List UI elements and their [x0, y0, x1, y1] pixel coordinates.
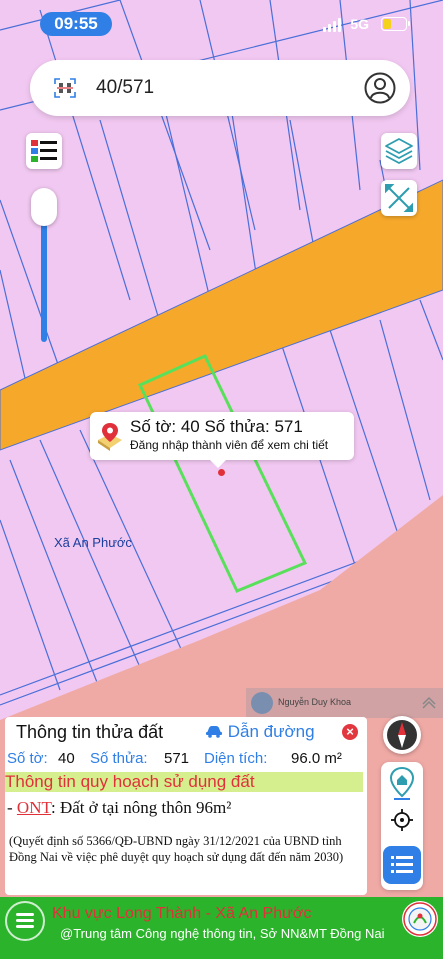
credit-text: @Trung tâm Công nghệ thông tin, Sở NN&MT…	[60, 926, 385, 941]
directions-label: Dẫn đường	[227, 722, 315, 741]
sheet-label: Số tờ:	[7, 750, 48, 767]
home-location-icon[interactable]	[389, 766, 415, 800]
network-type: 5G	[350, 16, 369, 32]
list-icon	[391, 856, 413, 873]
parcel-popup[interactable]: Số tờ: 40 Số thửa: 571 Đăng nhập thành v…	[90, 412, 354, 468]
parcel-value: 571	[164, 750, 190, 767]
car-icon	[206, 726, 222, 738]
parcel-label: Số thửa:	[90, 750, 148, 767]
menu-button[interactable]	[5, 901, 45, 941]
avatar	[251, 692, 273, 714]
map-tools-stack	[381, 762, 423, 890]
place-label: Xã An Phước	[54, 535, 132, 550]
parcel-marker	[218, 469, 225, 476]
layers-icon	[385, 138, 413, 164]
compass-icon	[387, 720, 417, 750]
area-value: 96.0 m²	[291, 750, 342, 767]
parcel-info-panel: Thông tin thửa đất Dẫn đường × Số tờ: 40…	[5, 717, 367, 895]
sheet-value: 40	[58, 750, 75, 767]
signal-icon	[323, 18, 341, 32]
legend-button[interactable]	[26, 133, 62, 169]
user-account-icon[interactable]	[364, 72, 396, 104]
decision-note: (Quyết định số 5366/QĐ-UBND ngày 31/12/2…	[9, 834, 344, 864]
status-time: 09:55	[40, 12, 112, 36]
user-name: Nguyễn Duy Khoa	[278, 697, 352, 707]
collapse-icon[interactable]	[421, 695, 437, 711]
status-bar: 09:55 5G	[0, 10, 443, 38]
compass-button[interactable]	[383, 716, 421, 754]
menu-icon	[16, 913, 34, 916]
planning-section-header: Thông tin quy hoạch sử dụng đất	[5, 772, 363, 792]
directions-button[interactable]: Dẫn đường	[205, 722, 315, 742]
bottom-bar: Khu vực Long Thành - Xã An Phước @Trung …	[0, 897, 443, 959]
qr-scan-icon[interactable]	[54, 78, 76, 98]
land-use-code[interactable]: ONT	[17, 798, 51, 817]
search-input[interactable]: 40/571	[96, 60, 154, 116]
battery-icon	[381, 17, 410, 31]
list-button[interactable]	[383, 846, 421, 884]
layers-button[interactable]	[381, 133, 417, 169]
map-pin-icon	[98, 423, 122, 451]
area-title: Khu vực Long Thành - Xã An Phước	[52, 905, 312, 922]
legend-list-icon	[31, 140, 57, 162]
area-label: Diện tích:	[204, 750, 268, 767]
department-logo	[402, 901, 438, 937]
popup-subtitle[interactable]: Đăng nhập thành viên để xem chi tiết	[130, 438, 328, 452]
logo-icon	[403, 902, 437, 936]
measure-tools-icon	[385, 184, 413, 212]
my-location-icon[interactable]	[390, 808, 414, 832]
user-strip: Nguyễn Duy Khoa	[246, 688, 443, 718]
search-bar[interactable]: 40/571	[30, 60, 410, 116]
zoom-slider-handle[interactable]	[31, 188, 57, 226]
land-use-entry: - ONT: Đất ở tại nông thôn 96m²	[7, 798, 232, 817]
info-title: Thông tin thửa đất	[16, 722, 164, 742]
close-button[interactable]: ×	[342, 724, 358, 740]
measure-button[interactable]	[381, 180, 417, 216]
popup-title: Số tờ: 40 Số thửa: 571	[130, 417, 303, 436]
